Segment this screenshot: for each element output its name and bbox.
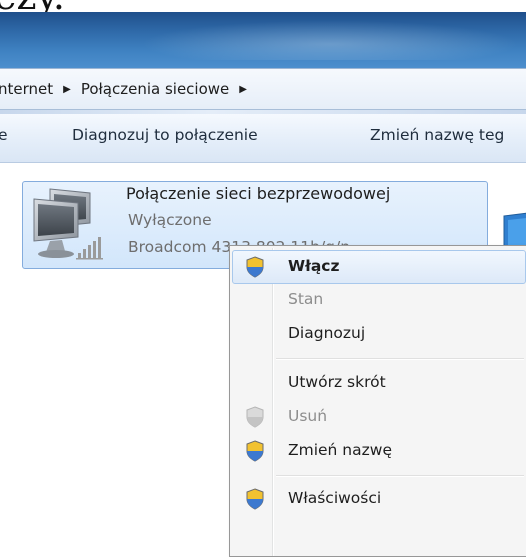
breadcrumb-item-internet[interactable]: nternet — [0, 80, 57, 98]
breadcrumb-item-network-connections[interactable]: Połączenia sieciowe — [77, 80, 233, 98]
uac-shield-icon — [246, 256, 264, 278]
uac-shield-icon — [246, 440, 264, 462]
diagnose-connection-button[interactable]: Diagnozuj to połączenie — [72, 126, 258, 144]
rename-connection-button[interactable]: Zmień nazwę teg — [370, 126, 504, 144]
menu-item-label: Stan — [288, 290, 324, 308]
breadcrumb-separator-icon[interactable]: ▶ — [233, 84, 253, 95]
command-toolbar: e Diagnozuj to połączenie Zmień nazwę te… — [0, 114, 526, 163]
menu-item-properties[interactable]: Właściwości — [232, 482, 526, 516]
menu-item-rename[interactable]: Zmień nazwę — [232, 434, 526, 468]
menu-item-label: Diagnozuj — [288, 324, 366, 342]
connection-name: Połączenie sieci bezprzewodowej — [126, 184, 391, 203]
menu-item-label: Utwórz skrót — [288, 373, 386, 391]
address-bar[interactable]: nternet ▶ Połączenia sieciowe ▶ — [0, 68, 526, 110]
context-menu: Włącz Stan Diagnozuj Utwórz skrót Usuń Z… — [229, 245, 526, 557]
breadcrumb-separator-icon[interactable]: ▶ — [57, 84, 77, 95]
window-titlebar[interactable] — [0, 12, 526, 68]
menu-item-label: Włącz — [288, 257, 340, 275]
menu-separator — [276, 358, 524, 360]
wireless-network-adapter-icon — [33, 188, 103, 260]
breadcrumb: nternet ▶ Połączenia sieciowe ▶ — [0, 78, 253, 100]
menu-item-label: Zmień nazwę — [288, 441, 392, 459]
uac-shield-icon — [246, 488, 264, 510]
toolbar-button-cropped[interactable]: e — [0, 126, 8, 144]
menu-separator — [276, 475, 524, 477]
connection-status: Wyłączone — [128, 211, 212, 229]
menu-item-create-shortcut[interactable]: Utwórz skrót — [232, 366, 526, 400]
menu-item-enable[interactable]: Włącz — [232, 250, 526, 284]
menu-item-label: Właściwości — [288, 489, 382, 507]
menu-item-label: Usuń — [288, 407, 328, 425]
cropped-document-text: ezy. — [0, 0, 526, 12]
menu-item-diagnose[interactable]: Diagnozuj — [232, 317, 526, 351]
menu-item-delete[interactable]: Usuń — [232, 400, 526, 434]
uac-shield-disabled-icon — [246, 406, 264, 428]
menu-item-status[interactable]: Stan — [232, 283, 526, 317]
